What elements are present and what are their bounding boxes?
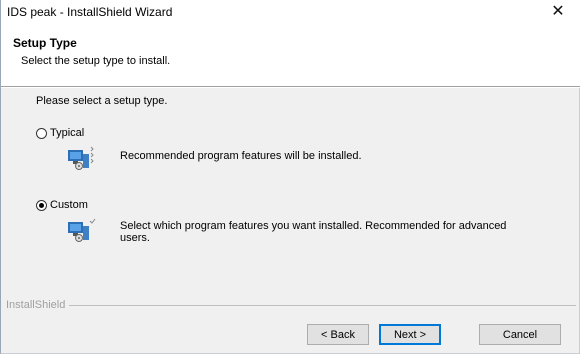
setup-type-prompt: Please select a setup type. — [36, 95, 168, 107]
cancel-button[interactable]: Cancel — [479, 324, 561, 345]
radio-custom[interactable]: Custom — [36, 199, 88, 211]
radio-typical-circle[interactable] — [36, 127, 47, 139]
wizard-header: Setup Type Select the setup type to inst… — [1, 24, 580, 86]
window-title: IDS peak - InstallShield Wizard — [7, 5, 173, 19]
header-divider — [1, 86, 580, 88]
typical-description: Recommended program features will be ins… — [120, 150, 362, 162]
radio-custom-circle[interactable] — [36, 199, 47, 211]
installshield-wizard-window: IDS peak - InstallShield Wizard ✕ Setup … — [0, 0, 580, 354]
custom-setup-icon — [68, 218, 96, 242]
back-button[interactable]: < Back — [307, 324, 369, 345]
page-title: Setup Type — [13, 36, 77, 50]
radio-custom-label[interactable]: Custom — [50, 199, 88, 211]
title-bar: IDS peak - InstallShield Wizard ✕ — [1, 0, 580, 24]
installshield-branding: InstallShield — [6, 299, 576, 311]
typical-setup-icon — [68, 146, 94, 170]
custom-description: Select which program features you want i… — [120, 220, 507, 244]
branding-rule — [6, 305, 576, 306]
next-button[interactable]: Next > — [379, 324, 441, 345]
close-button[interactable]: ✕ — [544, 1, 572, 23]
radio-typical[interactable]: Typical — [36, 127, 84, 139]
radio-typical-label[interactable]: Typical — [50, 127, 84, 139]
branding-text: InstallShield — [6, 299, 70, 311]
page-subtitle: Select the setup type to install. — [21, 55, 171, 67]
